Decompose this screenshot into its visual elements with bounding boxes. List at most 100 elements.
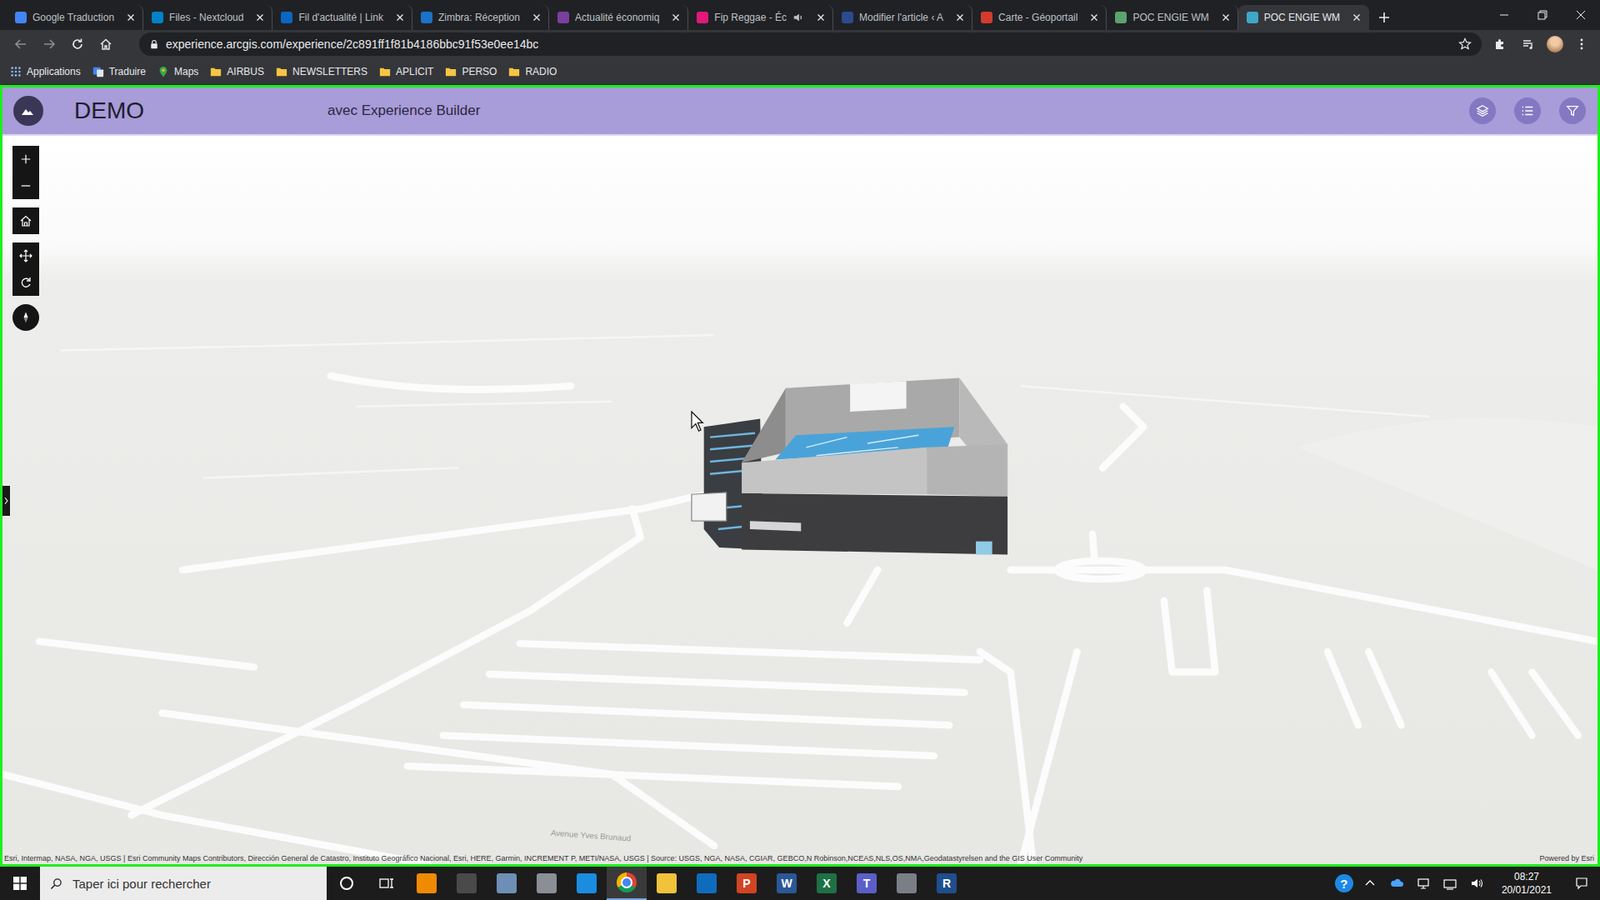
taskbar-app[interactable]: W bbox=[766, 866, 807, 900]
close-tab-icon[interactable] bbox=[670, 11, 682, 24]
taskbar-app[interactable] bbox=[446, 866, 487, 900]
powered-by-link[interactable]: Powered by Esri bbox=[1539, 854, 1595, 863]
bookmark[interactable]: Traduire bbox=[92, 65, 146, 78]
chrome-icon bbox=[616, 872, 637, 893]
app-icon bbox=[536, 873, 557, 894]
taskbar-app[interactable] bbox=[366, 866, 407, 900]
home-view-icon[interactable] bbox=[12, 207, 40, 235]
rotate-icon[interactable] bbox=[12, 269, 40, 296]
filter-icon[interactable] bbox=[1559, 97, 1586, 125]
tab-label: Modifier l'article ‹ A bbox=[859, 11, 944, 24]
display-icon[interactable] bbox=[1440, 876, 1460, 890]
notifications-icon[interactable] bbox=[1566, 876, 1597, 890]
tab-strip: Google TraductionFiles - Nextcloud Fil d'… bbox=[0, 0, 1600, 30]
list-icon[interactable] bbox=[1514, 97, 1541, 125]
taskbar-app[interactable]: R bbox=[926, 866, 967, 900]
zoom-in-icon[interactable] bbox=[12, 145, 40, 173]
network-icon[interactable] bbox=[1413, 876, 1434, 890]
lock-icon[interactable] bbox=[149, 39, 160, 50]
taskbar-app[interactable] bbox=[526, 866, 567, 900]
help-icon[interactable]: ? bbox=[1335, 874, 1354, 893]
close-tab-icon[interactable] bbox=[1220, 11, 1232, 24]
favicon-icon bbox=[1246, 11, 1259, 24]
cursor-icon bbox=[691, 411, 703, 431]
tab-label: Carte - Géoportail bbox=[998, 11, 1078, 24]
star-icon[interactable] bbox=[1455, 34, 1475, 55]
taskbar-app[interactable] bbox=[686, 866, 727, 900]
taskbar-app[interactable]: X bbox=[806, 866, 847, 900]
windows-start-icon[interactable] bbox=[0, 866, 40, 900]
address-bar[interactable]: experience.arcgis.com/experience/2c891ff… bbox=[139, 32, 1482, 56]
restore-icon[interactable] bbox=[1523, 0, 1562, 30]
taskbar-app[interactable] bbox=[646, 866, 687, 900]
clock[interactable]: 08:2720/01/2021 bbox=[1493, 870, 1560, 897]
taskbar-search[interactable]: Taper ici pour rechercher bbox=[40, 866, 327, 900]
new-tab-icon[interactable] bbox=[1377, 10, 1391, 25]
app-header: DEMOavec Experience Builder bbox=[2, 87, 1598, 136]
tab-label: Fil d'actualité | Link bbox=[298, 11, 383, 24]
reload-icon[interactable] bbox=[67, 34, 88, 55]
pan-icon[interactable] bbox=[12, 242, 40, 270]
browser-tab[interactable]: POC ENGIE WM bbox=[1238, 5, 1370, 30]
browser-tab[interactable]: Fip Reggae - Éc bbox=[688, 5, 834, 30]
close-window-icon[interactable] bbox=[1561, 0, 1600, 30]
favicon-icon bbox=[980, 11, 993, 24]
close-tab-icon[interactable] bbox=[1350, 11, 1363, 24]
mountain-logo-icon[interactable] bbox=[13, 95, 44, 126]
onedrive-icon[interactable] bbox=[1386, 876, 1407, 890]
taskbar-app[interactable]: T bbox=[846, 866, 887, 900]
close-tab-icon[interactable] bbox=[1088, 11, 1100, 24]
profile-avatar-icon[interactable] bbox=[1546, 35, 1564, 53]
bookmark-label: PERSO bbox=[461, 65, 497, 78]
browser-tab[interactable]: Carte - Géoportail bbox=[972, 5, 1107, 30]
building-model[interactable] bbox=[691, 378, 1008, 555]
close-tab-icon[interactable] bbox=[954, 11, 966, 24]
browser-tab[interactable]: Zimbra: Réception bbox=[412, 5, 550, 30]
bookmark[interactable]: PERSO bbox=[445, 65, 497, 78]
clock-time: 08:27 bbox=[1514, 870, 1540, 884]
compass-icon[interactable] bbox=[12, 304, 40, 331]
close-tab-icon[interactable] bbox=[254, 11, 266, 24]
media-control-icon[interactable] bbox=[1518, 34, 1539, 55]
taskbar-app[interactable] bbox=[566, 866, 607, 900]
close-tab-icon[interactable] bbox=[815, 11, 827, 24]
bookmark[interactable]: RADIO bbox=[508, 65, 557, 78]
bookmark[interactable]: Maps bbox=[157, 65, 199, 78]
taskbar-app[interactable] bbox=[486, 866, 527, 900]
browser-tab[interactable]: Fil d'actualité | Link bbox=[272, 5, 412, 30]
bookmark[interactable]: NEWSLETTERS bbox=[275, 65, 368, 78]
zoom-out-icon[interactable] bbox=[12, 172, 40, 200]
browser-tab[interactable]: Files - Nextcloud bbox=[143, 5, 273, 30]
browser-tab[interactable]: POC ENGIE WM bbox=[1106, 5, 1238, 30]
bookmark[interactable]: AIRBUS bbox=[210, 65, 265, 78]
app-icon bbox=[456, 873, 477, 894]
taskbar-app[interactable] bbox=[886, 866, 927, 900]
bookmark[interactable]: APLICIT bbox=[379, 65, 434, 78]
close-tab-icon[interactable] bbox=[125, 11, 137, 24]
minimize-icon[interactable] bbox=[1485, 0, 1524, 30]
close-tab-icon[interactable] bbox=[394, 11, 406, 24]
taskbar-app[interactable]: P bbox=[726, 866, 767, 900]
close-tab-icon[interactable] bbox=[530, 11, 543, 24]
back-icon[interactable] bbox=[10, 34, 31, 55]
apps-grid-icon bbox=[10, 65, 22, 78]
layers-icon[interactable] bbox=[1469, 97, 1496, 125]
speaker-icon[interactable] bbox=[792, 11, 805, 24]
bookmark[interactable]: Applications bbox=[10, 65, 81, 78]
attribution-text: Esri, Intermap, NASA, NGA, USGS | Esri C… bbox=[4, 854, 1083, 863]
forward-icon[interactable] bbox=[39, 34, 60, 55]
side-panel-toggle-icon[interactable] bbox=[2, 485, 10, 516]
extensions-icon[interactable] bbox=[1490, 34, 1510, 55]
taskbar-app[interactable] bbox=[406, 866, 447, 900]
volume-icon[interactable] bbox=[1466, 876, 1487, 890]
map-view[interactable]: Avenue Yves BrunaudEsri, Intermap, NASA,… bbox=[2, 135, 1598, 865]
scene-canvas[interactable]: Avenue Yves Brunaud bbox=[2, 135, 1598, 865]
taskbar-app[interactable] bbox=[606, 866, 647, 900]
browser-tab[interactable]: Actualité économiq bbox=[549, 5, 689, 30]
taskbar-app[interactable] bbox=[326, 866, 367, 900]
show-hidden-icon[interactable] bbox=[1360, 876, 1380, 890]
home-icon[interactable] bbox=[95, 34, 116, 55]
browser-tab[interactable]: Google Traduction bbox=[6, 5, 144, 30]
browser-tab[interactable]: Modifier l'article ‹ A bbox=[833, 5, 973, 30]
menu-icon[interactable] bbox=[1571, 34, 1592, 55]
